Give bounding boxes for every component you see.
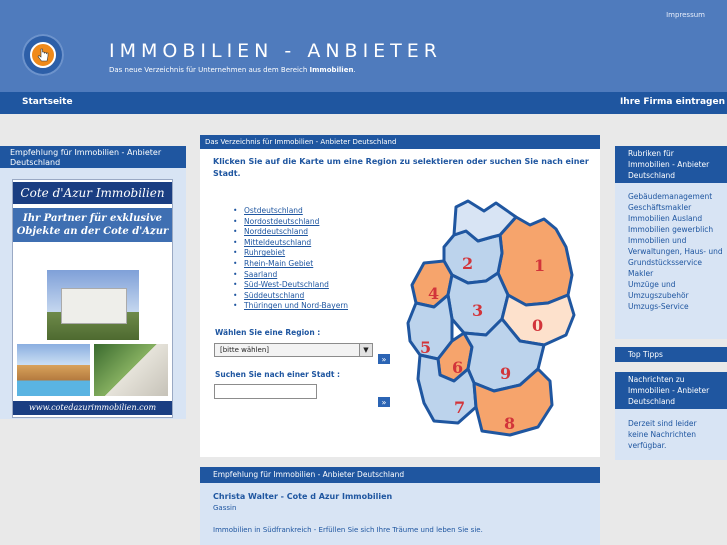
rubriken-list: Gebäudemanagement Geschäftsmakler Immobi…	[628, 191, 723, 312]
map-number: 7	[454, 398, 465, 417]
rubrik-link[interactable]: Geschäftsmakler	[628, 202, 723, 213]
region-link[interactable]: Mitteldeutschland	[233, 238, 348, 249]
news-empty-text: Derzeit sind leider keine Nachrichten ve…	[628, 419, 697, 450]
left-panel-heading: Empfehlung für Immobilien - Anbieter Deu…	[0, 146, 186, 168]
region-select-label: Wählen Sie eine Region :	[215, 328, 321, 337]
map-number: 4	[428, 284, 439, 303]
advert-title: Cote d'Azur Immobilien	[13, 182, 172, 204]
recommendation-description: Immobilien in Südfrankreich - Erfüllen S…	[213, 526, 483, 534]
region-select[interactable]: [bitte wählen] ▼	[214, 343, 373, 357]
map-number: 6	[452, 358, 463, 377]
recommendation-company-link[interactable]: Christa Walter - Cote d Azur Immobilien	[213, 492, 392, 501]
region-link[interactable]: Norddeutschland	[233, 227, 348, 238]
map-number: 0	[532, 316, 543, 335]
rubriken-heading: Rubriken für Immobilien - Anbieter Deuts…	[615, 146, 727, 183]
region-link[interactable]: Ruhrgebiet	[233, 248, 348, 259]
rubrik-link[interactable]: Makler	[628, 268, 723, 279]
directory-heading: Das Verzeichnis für Immobilien - Anbiete…	[200, 135, 600, 149]
villa-photo	[47, 270, 139, 340]
news-heading: Nachrichten zu Immobilien - Anbieter Deu…	[615, 372, 727, 409]
impressum-link[interactable]: Impressum	[666, 11, 705, 19]
recommendation-city: Gassin	[213, 504, 237, 512]
pool-house-photo	[17, 344, 90, 396]
top-tipps-heading: Top Tipps	[615, 347, 727, 362]
site-header: Impressum IMMOBILIEN - ANBIETER Das neue…	[0, 0, 727, 92]
site-logo[interactable]	[22, 34, 64, 76]
pointer-hand-icon	[30, 42, 56, 68]
city-search-label: Suchen Sie nach einer Stadt :	[215, 370, 341, 379]
region-link[interactable]: Ostdeutschland	[233, 206, 348, 217]
rubrik-link[interactable]: Immobilien gewerblich	[628, 224, 723, 235]
rubrik-link[interactable]: Gebäudemanagement	[628, 191, 723, 202]
site-subtitle: Das neue Verzeichnis für Unternehmen aus…	[109, 66, 356, 74]
garden-photo	[94, 344, 168, 396]
map-number: 8	[504, 414, 515, 433]
region-go-button[interactable]: »	[377, 353, 391, 365]
recommendation-heading: Empfehlung für Immobilien - Anbieter Deu…	[200, 467, 600, 483]
advert-banner[interactable]: Cote d'Azur Immobilien Ihr Partner für e…	[12, 179, 173, 418]
rubrik-link[interactable]: Umzugs-Service	[628, 301, 723, 312]
city-search-input[interactable]	[214, 384, 317, 399]
region-link-list: Ostdeutschland Nordostdeutschland Nordde…	[233, 206, 348, 312]
region-select-value: [bitte wählen]	[220, 346, 270, 354]
map-number: 1	[534, 256, 545, 275]
advert-url: www.cotedazurimmobilien.com	[13, 401, 172, 415]
nav-register-link[interactable]: Ihre Firma eintragen	[620, 97, 725, 107]
city-go-button[interactable]: »	[377, 396, 391, 408]
region-link[interactable]: Süd-West-Deutschland	[233, 280, 348, 291]
region-link[interactable]: Rhein-Main Gebiet	[233, 259, 348, 270]
site-title: IMMOBILIEN - ANBIETER	[109, 40, 442, 62]
subtitle-suffix: .	[353, 66, 356, 74]
rubrik-link[interactable]: Umzüge und Umzugszubehör	[628, 279, 723, 301]
rubrik-link[interactable]: Immobilien und Verwaltungen, Haus- und G…	[628, 235, 723, 268]
map-number: 5	[420, 338, 431, 357]
region-link[interactable]: Nordostdeutschland	[233, 217, 348, 228]
advert-slogan: Ihr Partner für exklusive Objekte an der…	[13, 208, 172, 242]
map-number: 3	[472, 301, 483, 320]
germany-region-map[interactable]: 1 2 3 0 4 5 6 9 7 8	[398, 195, 590, 443]
directory-intro: Klicken Sie auf die Karte um eine Region…	[213, 157, 589, 178]
region-link[interactable]: Saarland	[233, 270, 348, 281]
villa-building	[61, 288, 127, 324]
map-number: 2	[462, 254, 473, 273]
nav-home-link[interactable]: Startseite	[22, 97, 73, 107]
rubrik-link[interactable]: Immobilien Ausland	[628, 213, 723, 224]
region-link[interactable]: Thüringen und Nord-Bayern	[233, 301, 348, 312]
subtitle-bold: Immobilien	[309, 66, 354, 74]
region-link[interactable]: Süddeutschland	[233, 291, 348, 302]
subtitle-text: Das neue Verzeichnis für Unternehmen aus…	[109, 66, 308, 74]
main-navbar: Startseite Ihre Firma eintragen	[0, 92, 727, 114]
dropdown-arrow-icon[interactable]: ▼	[359, 344, 372, 356]
map-number: 9	[500, 364, 511, 383]
